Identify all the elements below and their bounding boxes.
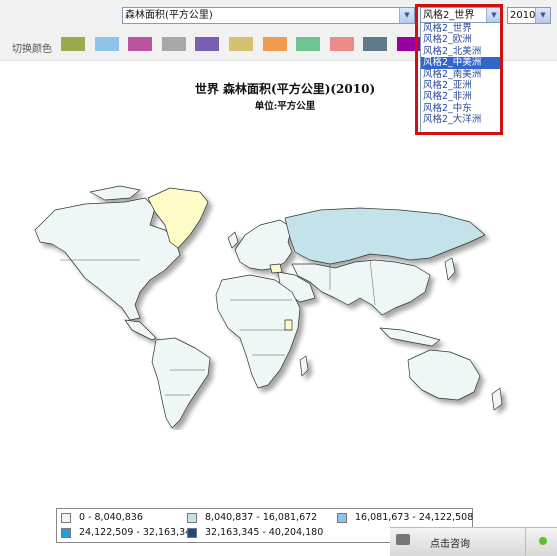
legend-color-box [187, 527, 197, 538]
dropdown-option[interactable]: 风格2_大洋洲 [421, 114, 501, 125]
arctic-islands-region [89, 185, 141, 201]
year-select-value: 2010 [510, 10, 536, 21]
legend-color-box [337, 512, 347, 523]
color-switch-label: 切换颜色 [12, 44, 52, 55]
uk-region [227, 231, 239, 249]
dropdown-current-value[interactable]: 风格2_世界 [421, 23, 501, 34]
highlighted-country-africa [284, 319, 293, 331]
color-swatch[interactable] [128, 37, 153, 51]
indicator-select-value: 森林面积(平方公里) [125, 10, 213, 21]
color-swatch[interactable] [229, 37, 253, 51]
chat-consult-button[interactable]: 点击咨询 [430, 535, 470, 550]
chart-subtitle: 单位:平方公里 [254, 101, 316, 112]
dropdown-option[interactable]: 风格2_北美洲 [421, 46, 501, 57]
legend-item: 0 - 8,040,836 [61, 512, 143, 523]
asia-region [291, 259, 431, 316]
style-select-value: 风格2_世界 [423, 10, 475, 21]
chevron-down-icon[interactable]: ▼ [399, 8, 414, 23]
dropdown-option[interactable]: 风格2_中美洲 [421, 57, 501, 69]
color-swatch[interactable] [94, 37, 119, 51]
color-swatch[interactable] [195, 37, 220, 51]
legend-color-box [61, 512, 71, 523]
legend-label: 32,163,345 - 40,204,180 [205, 527, 324, 538]
chevron-down-icon[interactable]: ▼ [486, 8, 501, 23]
highlighted-country-europe [269, 263, 283, 274]
dropdown-option[interactable]: 风格2_欧洲 [421, 34, 501, 45]
legend-item: 8,040,837 - 16,081,672 [187, 512, 317, 523]
legend-item: 24,122,509 - 32,163,344 [61, 527, 197, 538]
color-swatch[interactable] [397, 37, 421, 51]
dropdown-option[interactable]: 风格2_南美洲 [421, 69, 501, 80]
legend-color-box [61, 527, 71, 538]
legend-label: 8,040,837 - 16,081,672 [205, 512, 318, 523]
year-select[interactable]: 2010 ▼ [507, 7, 551, 24]
russia-region [284, 207, 486, 265]
chat-bubble-icon [396, 534, 410, 545]
indicator-select[interactable]: 森林面积(平方公里) ▼ [122, 7, 415, 24]
legend-item: 32,163,345 - 40,204,180 [187, 527, 323, 538]
color-swatch[interactable] [262, 37, 287, 51]
legend-item: 16,081,673 - 24,122,508 [337, 512, 473, 523]
chevron-down-icon[interactable]: ▼ [535, 8, 550, 23]
new-zealand-region [491, 387, 503, 411]
south-america-region [151, 337, 211, 429]
legend-color-box [187, 512, 197, 523]
madagascar-region [299, 355, 309, 377]
central-america-region [124, 319, 157, 341]
chat-widget[interactable]: 点击咨询 [390, 527, 557, 556]
europe-region [234, 219, 293, 271]
color-swatch[interactable] [61, 37, 85, 51]
color-swatch[interactable] [363, 37, 388, 51]
australia-region [407, 349, 481, 401]
chart-title: 世界 森林面积(平方公里)(2010) [194, 82, 376, 96]
legend-label: 16,081,673 - 24,122,508 [355, 512, 474, 523]
color-swatch[interactable] [296, 37, 321, 51]
style-dropdown-list[interactable]: 风格2_世界 风格2_欧洲 风格2_北美洲 风格2_中美洲 风格2_南美洲 风格2_亚洲风… [420, 22, 502, 134]
color-swatch[interactable] [161, 37, 186, 51]
color-swatch[interactable] [329, 37, 354, 51]
legend-label: 24,122,509 - 32,163,344 [79, 527, 198, 538]
online-status-icon [539, 537, 547, 545]
southeast-asia-islands-region [379, 327, 441, 347]
japan-region [444, 257, 456, 281]
divider [525, 528, 526, 556]
world-map [34, 185, 503, 429]
africa-region [215, 274, 301, 389]
legend-label: 0 - 8,040,836 [79, 512, 143, 523]
